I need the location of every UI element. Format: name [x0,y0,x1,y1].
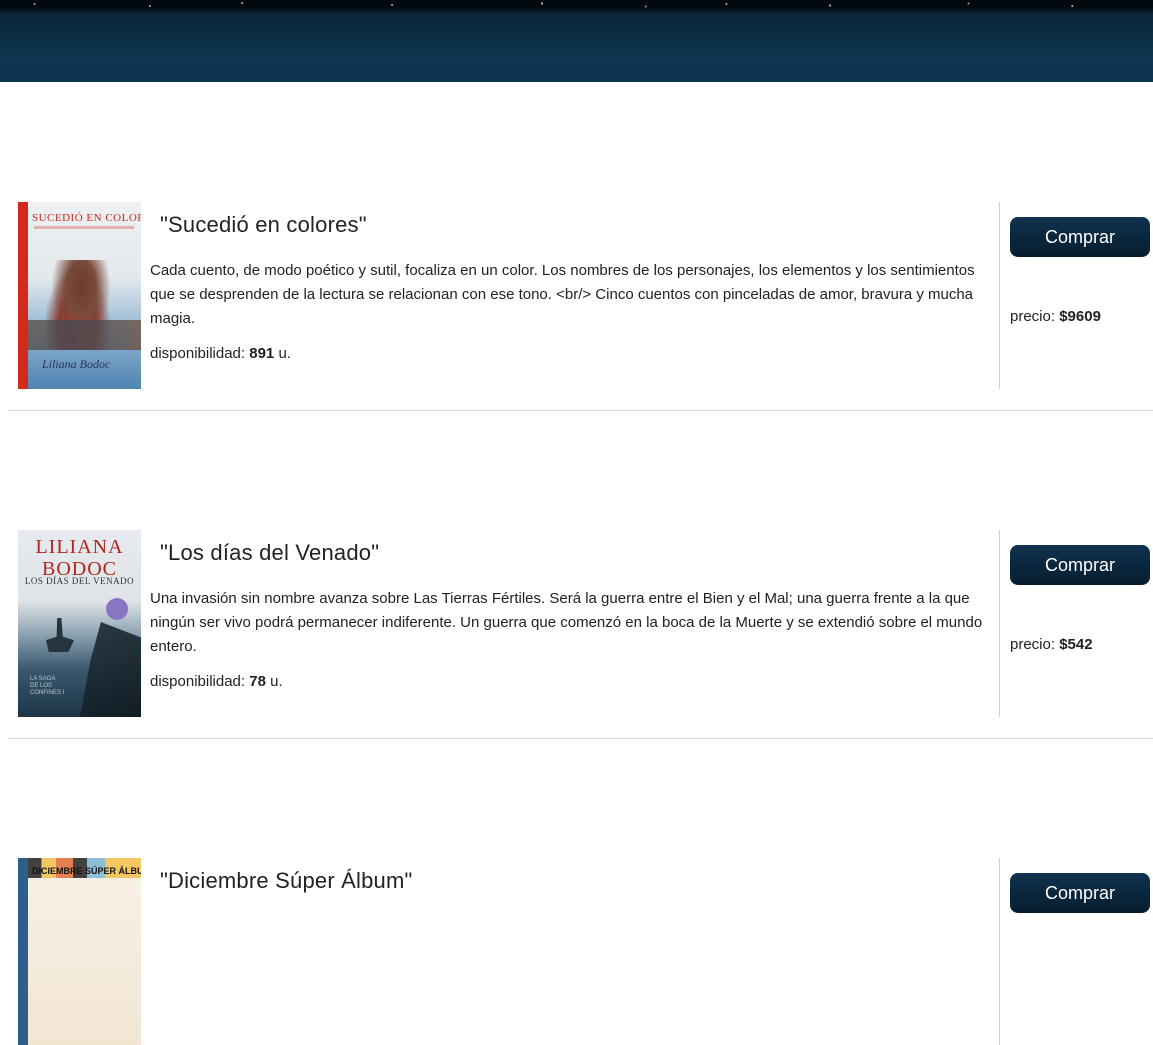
book-cover-image[interactable]: DICIEMBRE SÚPER ÁLBUM [18,858,141,1045]
stock-label: disponibilidad: [150,345,250,362]
product-card: SUCEDIÓ EN COLORES Liliana Bodoc "Sucedi… [8,202,1153,411]
vertical-divider [999,858,1000,1045]
buy-button[interactable]: Comprar [1010,873,1150,913]
vertical-divider [999,530,1000,717]
cover-title-lettering: LOS DÍAS DEL VENADO [24,576,135,586]
price-value: $542 [1059,636,1093,653]
cover-author-lettering: LILIANA BODOC [35,536,124,580]
stock-unit: u. [265,673,283,690]
buy-button[interactable]: Comprar [1010,217,1150,257]
book-cover-image[interactable]: SUCEDIÓ EN COLORES Liliana Bodoc [18,202,141,389]
cover-illustration-ground [28,320,141,350]
stock-value: 891 [249,345,275,362]
buy-button[interactable]: Comprar [1010,545,1150,585]
stock-unit: u. [274,345,291,362]
cover-cliff-illustration [80,622,141,717]
cover-badge [106,598,128,620]
price-label: precio: [1010,636,1060,653]
stock-label: disponibilidad: [150,673,250,690]
product-description: Una invasión sin nombre avanza sobre Las… [150,590,983,655]
top-header: › [0,0,1153,82]
cover-spine [18,858,28,1045]
product-description: Cada cuento, de modo poético y sutil, fo… [150,262,975,327]
chevron-icon[interactable]: › [0,35,5,46]
cover-title-lettering: DICIEMBRE SÚPER ÁLBUM [32,866,141,876]
cover-author-signature: Liliana Bodoc [42,357,111,371]
product-card: LILIANA BODOC LOS DÍAS DEL VENADO LA SAGA… [8,530,1153,739]
book-cover-image[interactable]: LILIANA BODOC LOS DÍAS DEL VENADO LA SAGA… [18,530,141,717]
product-title[interactable]: "Sucedió en colores" [160,212,996,238]
product-price: precio: $542 [1010,636,1093,653]
product-price: precio: $9609 [1010,308,1101,325]
cover-subtitle-decoration [34,226,134,229]
product-info: "Sucedió en colores" Cada cuento, de mod… [150,202,996,362]
product-title[interactable]: "Los días del Venado" [160,540,996,566]
cover-title-lettering: SUCEDIÓ EN COLORES [32,212,141,224]
stock-value: 78 [249,673,266,690]
product-stock: disponibilidad: 891 u. [150,345,996,362]
cover-footer-lettering: LA SAGA DE LOS CONFINES I [30,676,65,696]
price-value: $9609 [1059,308,1101,325]
starfield-decoration [0,0,1153,10]
cover-spine [18,202,28,389]
product-info: "Diciembre Súper Álbum" [150,858,996,894]
price-label: precio: [1010,308,1060,325]
vertical-divider [999,202,1000,389]
product-card: DICIEMBRE SÚPER ÁLBUM "Diciembre Súper Á… [8,858,1153,1045]
product-stock: disponibilidad: 78 u. [150,673,996,690]
cover-ship-illustration [46,618,74,652]
product-info: "Los días del Venado" Una invasión sin n… [150,530,996,690]
product-title[interactable]: "Diciembre Súper Álbum" [160,868,996,894]
